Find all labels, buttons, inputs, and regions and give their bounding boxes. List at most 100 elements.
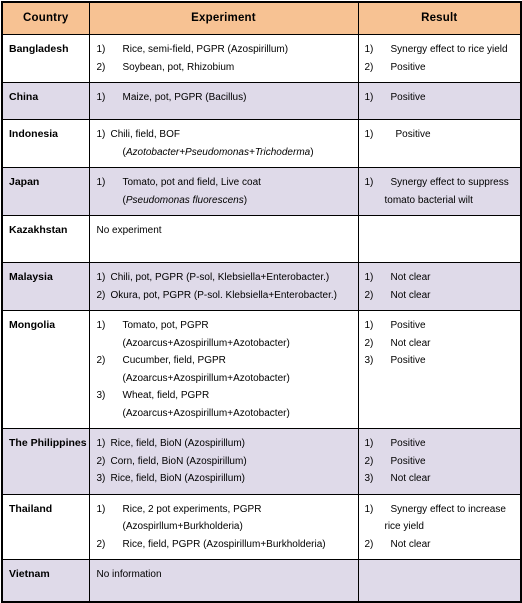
column-header-experiment: Experiment <box>88 1 359 35</box>
numbered-item: 1) Chili, pot, PGPR (P-sol, Klebsiella+En… <box>97 269 354 287</box>
item-number: 1) <box>364 177 374 188</box>
cell-result: 1) Positive 2) Not clear 3) Positive <box>357 310 522 429</box>
numbered-item: 2) Cucumber, field, PGPR <box>97 352 354 370</box>
item-text: Tomato, pot, PGPR <box>122 320 209 331</box>
cell-result: 1) Synergy effect to rice yield 2) Positive <box>357 34 522 83</box>
cell-country: China <box>1 82 90 120</box>
continuation-line: (Azospirllum+Burkholderia) <box>97 518 354 536</box>
experiment-results-table: Country Experiment Result Bangladesh 1) Ri… <box>1 1 522 603</box>
item-number: 1) <box>96 129 106 140</box>
item-text: Positive <box>390 355 426 366</box>
numbered-item: 1) Not clear <box>365 269 517 287</box>
cell-experiment: No information <box>88 559 359 602</box>
organism-name: Pseudomonas fluorescens <box>125 194 244 206</box>
numbered-item: 1) Chili, field, BOF <box>97 126 354 144</box>
item-number: 2) <box>364 61 374 73</box>
item-text: (Azoarcus+Azospirillum+Azotobacter) <box>122 407 290 419</box>
item-number: 2) <box>364 455 374 467</box>
item-number: 2) <box>364 538 374 550</box>
item-text: Rice, 2 pot experiments, PGPR <box>122 503 262 515</box>
numbered-item: 2) Positive <box>365 453 517 471</box>
table-row: Bangladesh 1) Rice, semi-field, PGPR (Azos… <box>1 34 522 83</box>
item-number: 2) <box>364 289 374 301</box>
item-text: Wheat, field, PGPR <box>122 390 210 401</box>
item-text: Soybean, pot, Rhizobium <box>122 61 235 73</box>
item-number: 3) <box>96 390 106 401</box>
numbered-item: 3) Rice, field, BioN (Azospirillum) <box>97 470 354 488</box>
item-text: Synergy effect to suppress <box>390 177 509 188</box>
item-text: ) <box>243 194 248 206</box>
item-text: Corn, field, BioN (Azospirillum) <box>110 455 247 467</box>
item-text: Not clear <box>390 337 431 349</box>
plain-text: No information <box>96 569 162 580</box>
table-row: Thailand 1) Rice, 2 pot experiments, PGPR (… <box>1 493 522 560</box>
cell-result <box>357 559 522 602</box>
item-number: 1) <box>364 272 374 283</box>
item-number: 1) <box>364 44 374 55</box>
continuation-line: tomato bacterial wilt <box>365 192 517 210</box>
cell-result: 1) Positive 2) Positive 3) Not clear <box>357 428 522 495</box>
cell-experiment: 1) Tomato, pot, PGPR (Azoarcus+Azospirillu… <box>88 310 359 429</box>
item-number: 2) <box>364 337 374 349</box>
table-row: Mongolia 1) Tomato, pot, PGPR (Azoarcus+Azo… <box>1 310 522 429</box>
numbered-item: 1) Positive <box>365 435 517 453</box>
item-text: Positive <box>390 92 426 103</box>
item-text: Synergy effect to rice yield <box>390 44 508 55</box>
cell-experiment: 1) Rice, semi-field, PGPR (Azospirillum) 2… <box>88 34 359 83</box>
item-number: 1) <box>96 272 106 283</box>
item-number: 1) <box>364 438 374 449</box>
cell-country: The Philippines <box>1 428 90 495</box>
item-text: Chili, field, BOF <box>110 129 180 140</box>
item-number: 2) <box>96 355 106 366</box>
item-text: ) <box>310 146 314 158</box>
continuation-line: (Pseudomonas fluorescens) <box>97 192 354 210</box>
header-row: Country Experiment Result <box>1 1 522 35</box>
numbered-item: 2) Not clear <box>365 335 517 353</box>
cell-result: 1) Synergy effect to increase rice yield 2)… <box>357 493 522 560</box>
item-number: 1) <box>364 92 374 103</box>
item-text: Positive <box>395 129 431 140</box>
cell-country: Indonesia <box>1 119 90 168</box>
item-number: 1) <box>96 503 106 515</box>
numbered-item: 2) Positive <box>365 59 517 77</box>
table-row: Indonesia 1) Chili, field, BOF (Azotobacter… <box>1 119 522 168</box>
cell-experiment: 1) Rice, field, BioN (Azospirillum) 2) Corn… <box>88 428 359 495</box>
column-header-result: Result <box>357 1 522 35</box>
numbered-item: 1) Maize, pot, PGPR (Bacillus) <box>97 89 354 107</box>
item-number: 1) <box>364 503 374 515</box>
item-text: Cucumber, field, PGPR <box>122 355 226 366</box>
numbered-item: 1) Synergy effect to rice yield <box>365 41 517 59</box>
numbered-item: 1) Synergy effect to increase <box>365 501 517 519</box>
column-header-country: Country <box>1 1 90 35</box>
numbered-item: 1) Synergy effect to suppress <box>365 174 517 192</box>
numbered-item: 1) Rice, 2 pot experiments, PGPR <box>97 501 354 519</box>
numbered-item: 1) Tomato, pot and field, Live coat <box>97 174 354 192</box>
cell-result: 1) Positive <box>357 119 522 168</box>
item-number: 2) <box>96 61 106 73</box>
item-number: 1) <box>96 438 106 449</box>
item-text: (Azoarcus+Azospirillum+Azotobacter) <box>122 337 290 349</box>
table-row: Vietnam No information <box>1 559 522 602</box>
continuation-line: (Azoarcus+Azospirillum+Azotobacter) <box>97 335 354 353</box>
item-number: 1) <box>364 129 374 140</box>
item-text: Not clear <box>390 272 431 283</box>
cell-result: 1) Synergy effect to suppress tomato bacte… <box>357 167 522 216</box>
cell-experiment: 1) Tomato, pot and field, Live coat (Pseud… <box>88 167 359 216</box>
item-text: Not clear <box>390 289 431 301</box>
item-text: Positive <box>390 438 426 449</box>
cell-experiment: No experiment <box>88 215 359 263</box>
cell-experiment: 1) Rice, 2 pot experiments, PGPR (Azospirl… <box>88 493 359 560</box>
numbered-item: 2) Corn, field, BioN (Azospirillum) <box>97 453 354 471</box>
item-text: (Azospirllum+Burkholderia) <box>122 521 243 532</box>
numbered-item: 3) Wheat, field, PGPR <box>97 387 354 405</box>
cell-country: Mongolia <box>1 310 90 429</box>
continuation-line: (Azotobacter+Pseudomonas+Trichoderma) <box>97 144 354 162</box>
item-text: Okura, pot, PGPR (P-sol. Klebsiella+Ente… <box>110 289 338 301</box>
table-row: Kazakhstan No experiment <box>1 215 522 263</box>
item-text: Positive <box>390 455 426 467</box>
table-row: The Philippines 1) Rice, field, BioN (Azos… <box>1 428 522 495</box>
item-text: Not clear <box>390 473 431 484</box>
cell-country: Kazakhstan <box>1 215 90 263</box>
cell-country: Japan <box>1 167 90 216</box>
item-number: 3) <box>364 473 374 484</box>
